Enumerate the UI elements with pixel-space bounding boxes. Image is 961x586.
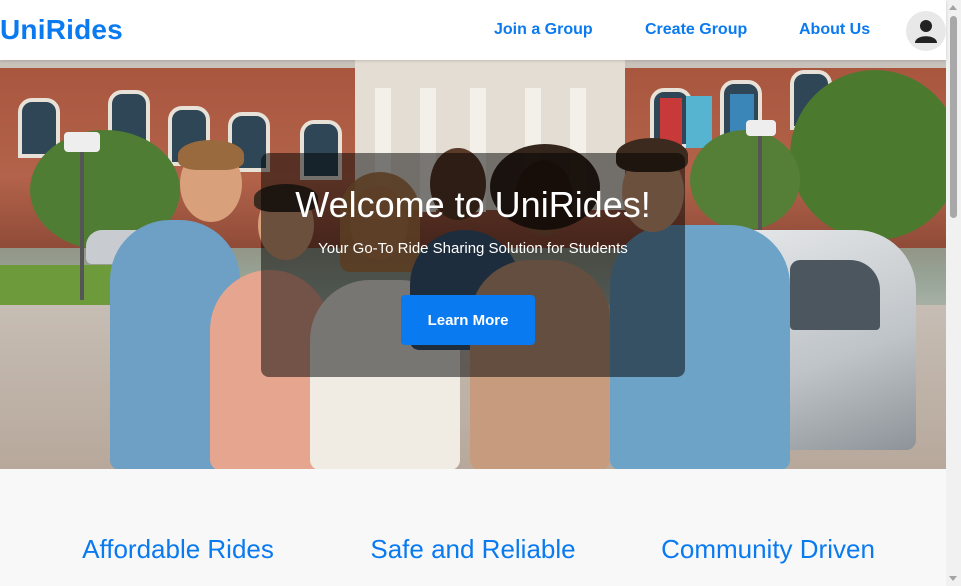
feature-title-community: Community Driven bbox=[661, 534, 875, 564]
user-icon bbox=[915, 20, 937, 43]
hero-title: Welcome to UniRides! bbox=[295, 184, 651, 225]
learn-more-button[interactable]: Learn More bbox=[401, 295, 535, 345]
hero-section: Welcome to UniRides! Your Go-To Ride Sha… bbox=[0, 60, 946, 469]
page-scrollbar[interactable] bbox=[946, 0, 961, 586]
hero-subtitle: Your Go-To Ride Sharing Solution for Stu… bbox=[318, 240, 628, 257]
feature-title-affordable: Affordable Rides bbox=[82, 534, 274, 564]
scrollbar-thumb[interactable] bbox=[950, 16, 957, 218]
site-header: UniRides Join a Group Create Group About… bbox=[0, 0, 946, 60]
nav-join-group[interactable]: Join a Group bbox=[494, 20, 593, 40]
nav-create-group[interactable]: Create Group bbox=[645, 20, 747, 40]
feature-title-safe: Safe and Reliable bbox=[370, 534, 576, 564]
nav-about-us[interactable]: About Us bbox=[799, 20, 870, 40]
profile-button[interactable] bbox=[906, 11, 946, 51]
scroll-up-arrow-icon[interactable] bbox=[949, 5, 957, 10]
scroll-down-arrow-icon[interactable] bbox=[949, 576, 957, 581]
features-section: Affordable Rides Safe and Reliable Commu… bbox=[0, 469, 946, 586]
site-logo[interactable]: UniRides bbox=[0, 14, 123, 46]
